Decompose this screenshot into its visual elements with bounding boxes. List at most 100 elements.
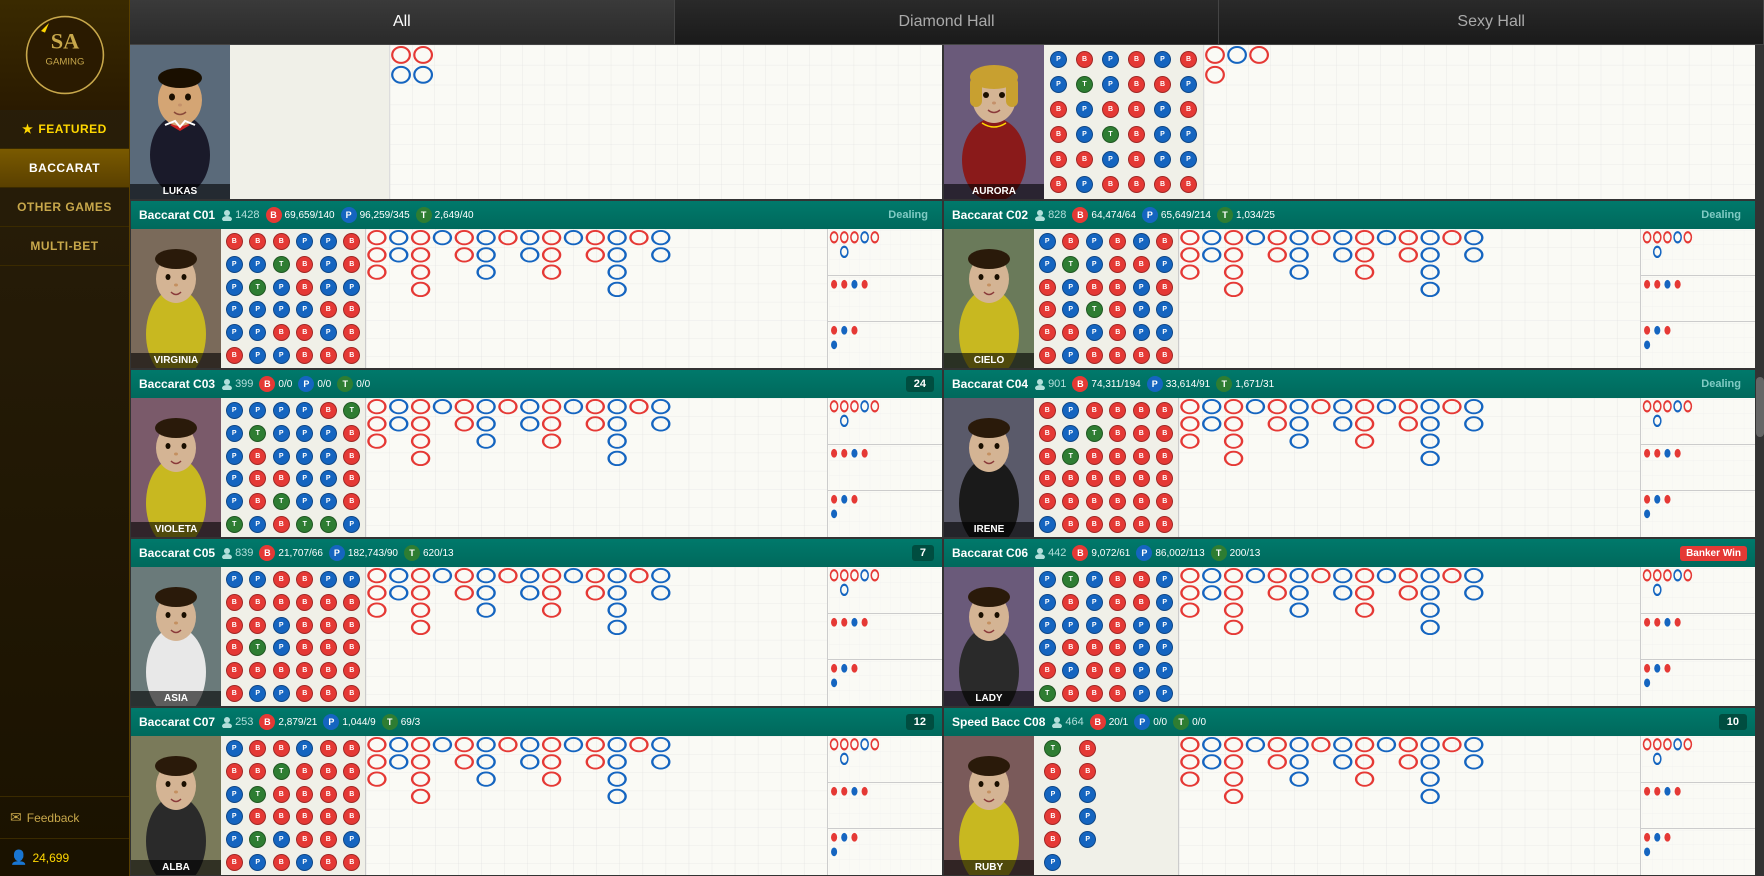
small-roads: [1640, 229, 1755, 368]
game-card-c08[interactable]: Speed Bacc C08 464 B 20/1 P 0/0 T 0/0 10: [943, 707, 1756, 876]
game-card-c06[interactable]: Baccarat C06 442 B 9,072/61 P 86,002/113…: [943, 538, 1756, 707]
big-road-svg: [366, 229, 827, 368]
bet-info-b: B 0/0: [259, 376, 292, 392]
star-icon: ★: [22, 122, 33, 136]
player-count: 464: [1051, 716, 1083, 728]
other-games-label: OTHER GAMES: [17, 200, 112, 214]
tab-all[interactable]: All: [130, 0, 675, 44]
top-dealer-aurora[interactable]: AURORA P P B B B B B T P: [943, 45, 1756, 199]
big-road-svg: [1179, 398, 1640, 537]
person-icon: 👤: [10, 849, 27, 866]
big-road-svg: [366, 567, 827, 706]
right-scrollbar[interactable]: [1756, 45, 1764, 876]
player-count: 253: [221, 716, 253, 728]
status-dealing: Dealing: [1695, 207, 1747, 223]
small-road-2: [828, 783, 942, 830]
status-banker-win: Banker Win: [1680, 546, 1747, 561]
player-count: 828: [1034, 209, 1066, 221]
game-card-c02[interactable]: Baccarat C02 828 B 64,474/64 P 65,649/21…: [943, 200, 1756, 369]
small-road-3: [1641, 660, 1755, 706]
sidebar-item-multi-bet[interactable]: MULTI-BET: [0, 227, 129, 266]
sidebar-item-other-games[interactable]: OTHER GAMES: [0, 188, 129, 227]
dealer-figure-svg: [131, 398, 221, 537]
game-title: Speed Bacc C08: [952, 715, 1045, 729]
bet-info-t: T 200/13: [1211, 545, 1261, 561]
big-road: [1179, 567, 1640, 706]
sidebar-item-featured[interactable]: ★ FEATURED: [0, 110, 129, 149]
small-roads: [827, 736, 942, 875]
small-roads: [1640, 398, 1755, 537]
p-badge: P: [298, 376, 314, 392]
bead-road: P P B B B B B T P P B P: [1034, 229, 1179, 368]
p-badge: P: [1134, 714, 1150, 730]
dealer-img: VIOLETA: [131, 398, 221, 537]
bead-road: P P P P P T P T B B B P: [221, 398, 366, 537]
t-badge: T: [416, 207, 432, 223]
person-icon: [1034, 547, 1046, 559]
bet-info-p: P 0/0: [1134, 714, 1167, 730]
t-amount: 2,649/40: [435, 210, 474, 221]
dealer-figure-svg: [131, 229, 221, 368]
tab-sexy-hall[interactable]: Sexy Hall: [1219, 0, 1764, 44]
p-badge: P: [1136, 545, 1152, 561]
small-road-3: [828, 660, 942, 706]
dealer-img: ALBA: [131, 736, 221, 875]
person-icon: [221, 716, 233, 728]
bet-info-p: P 33,614/91: [1147, 376, 1211, 392]
bet-info-p: P 0/0: [298, 376, 331, 392]
status-number: 24: [906, 376, 934, 392]
bet-info-b: B 2,879/21: [259, 714, 317, 730]
game-card-c03[interactable]: Baccarat C03 399 B 0/0 P 0/0 T 0/0 24: [130, 369, 943, 538]
small-road-1: [828, 229, 942, 276]
small-road-1: [828, 398, 942, 445]
small-roads: [1640, 736, 1755, 875]
t-badge: T: [1216, 376, 1232, 392]
bet-info-b: B 64,474/64: [1072, 207, 1136, 223]
bet-info-p: P 1,044/9: [323, 714, 375, 730]
dealer-figure-svg: [944, 736, 1034, 875]
top-tabs: All Diamond Hall Sexy Hall: [130, 0, 1764, 45]
small-roads: [827, 398, 942, 537]
bead-road: B B B B B P P P T B B B: [1034, 398, 1179, 537]
bet-info-b: B 74,311/194: [1072, 376, 1140, 392]
game-card-c01[interactable]: Baccarat C01 1428 B 69,659/140 P 96,259/…: [130, 200, 943, 369]
bet-info-t: T 1,671/31: [1216, 376, 1274, 392]
top-dealer-lukas[interactable]: LUKAS: [130, 45, 943, 199]
p-amount: 86,002/113: [1155, 548, 1204, 559]
game-header-c06: Baccarat C06 442 B 9,072/61 P 86,002/113…: [944, 539, 1755, 567]
dealer-img: ASIA: [131, 567, 221, 706]
game-header-c04: Baccarat C04 901 B 74,311/194 P 33,614/9…: [944, 370, 1755, 398]
small-roads: [827, 567, 942, 706]
bet-info-p: P 65,649/214: [1142, 207, 1211, 223]
dealer-figure-svg: [944, 229, 1034, 368]
b-badge: B: [1072, 376, 1088, 392]
game-body: ALBA P B P P P B B B T B T: [131, 736, 942, 875]
game-header-c05: Baccarat C05 839 B 21,707/66 P 182,743/9…: [131, 539, 942, 567]
small-road-1: [1641, 567, 1755, 614]
game-card-c04[interactable]: Baccarat C04 901 B 74,311/194 P 33,614/9…: [943, 369, 1756, 538]
top-dealers-row: LUKAS: [130, 45, 1756, 200]
feedback-button[interactable]: ✉ Feedback: [0, 796, 129, 838]
p-badge: P: [341, 207, 357, 223]
sidebar-item-baccarat[interactable]: BACCARAT: [0, 149, 129, 188]
b-amount: 74,311/194: [1091, 379, 1140, 390]
b-amount: 64,474/64: [1091, 210, 1136, 221]
t-amount: 620/13: [423, 548, 454, 559]
game-card-c05[interactable]: Baccarat C05 839 B 21,707/66 P 182,743/9…: [130, 538, 943, 707]
game-card-c07[interactable]: Baccarat C07 253 B 2,879/21 P 1,044/9 T …: [130, 707, 943, 876]
dealer-aurora-img: AURORA: [944, 45, 1044, 199]
t-amount: 1,034/25: [1236, 210, 1275, 221]
dealer-img: LADY: [944, 567, 1034, 706]
dealer-lukas-img: LUKAS: [130, 45, 230, 199]
t-amount: 0/0: [1192, 717, 1206, 728]
p-amount: 0/0: [317, 379, 331, 390]
big-road-svg: [366, 398, 827, 537]
scrollbar-thumb[interactable]: [1756, 377, 1764, 437]
bead-road: T B P B B P B B P P P: [1034, 736, 1179, 875]
dealer-lukas-svg: [130, 45, 230, 199]
game-title: Baccarat C04: [952, 377, 1028, 391]
dealer-lukas-name: LUKAS: [130, 184, 230, 199]
dealer-name: VIOLETA: [131, 522, 221, 537]
p-badge: P: [1147, 376, 1163, 392]
tab-diamond-hall[interactable]: Diamond Hall: [675, 0, 1220, 44]
